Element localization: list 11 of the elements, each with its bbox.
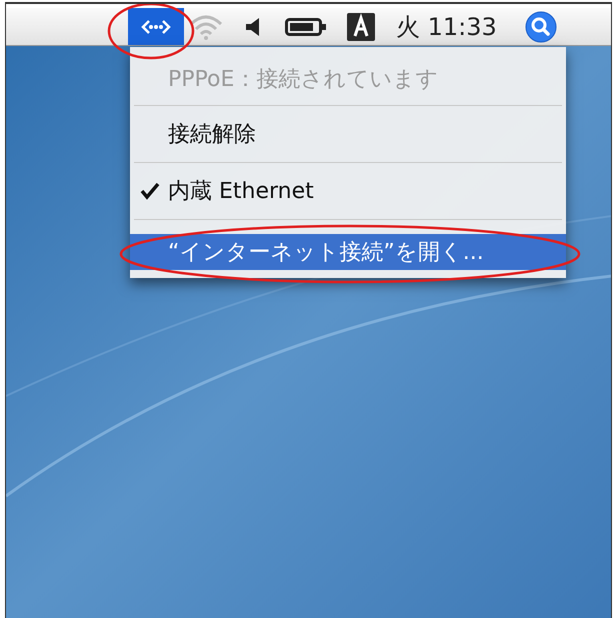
search-icon [524,10,557,42]
battery-icon [285,16,327,36]
clock[interactable]: 火 11:33 [388,8,505,45]
menu-item[interactable]: “インターネット接続”を開く... [130,234,566,270]
network-icon [141,18,171,34]
network-menu-extra[interactable] [128,8,184,45]
wifi-icon [189,14,223,40]
menu-item[interactable]: 接続解除 [130,106,566,162]
input-source-icon [347,12,375,40]
menu-item[interactable]: 内蔵 Ethernet [130,163,566,219]
speaker-icon [245,16,261,36]
